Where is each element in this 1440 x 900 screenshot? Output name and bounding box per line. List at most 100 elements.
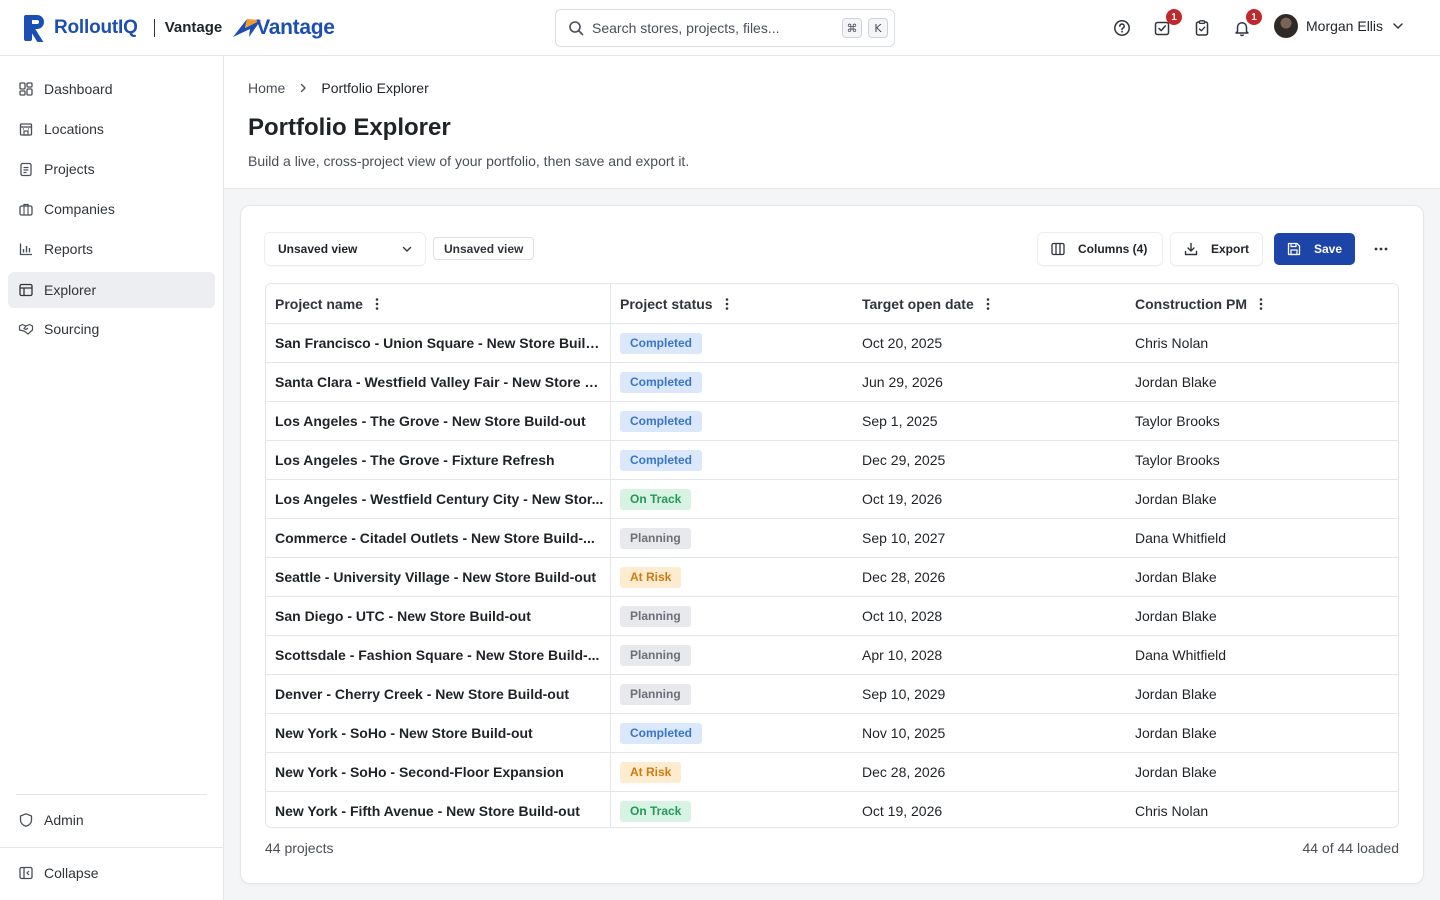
- cell-project-name[interactable]: Seattle - University Village - New Store…: [266, 558, 611, 596]
- user-name: Morgan Ellis: [1306, 18, 1384, 34]
- sidebar: Dashboard Locations Projects Companies R…: [0, 56, 224, 900]
- table-row[interactable]: New York - Fifth Avenue - New Store Buil…: [266, 792, 1398, 827]
- cell-project-name[interactable]: Denver - Cherry Creek - New Store Build-…: [266, 675, 611, 713]
- approvals-button[interactable]: [1190, 16, 1214, 40]
- project-name-link[interactable]: San Diego - UTC - New Store Build-out: [275, 608, 531, 624]
- sidebar-item-label: Locations: [44, 121, 104, 137]
- product-name: Vantage: [164, 19, 223, 36]
- export-button[interactable]: Export: [1171, 233, 1262, 265]
- column-menu-icon[interactable]: [986, 297, 990, 311]
- notifications-button[interactable]: 1: [1230, 9, 1262, 40]
- search-icon: [569, 21, 584, 36]
- projects-table: Project name Project status Target open …: [265, 283, 1399, 828]
- table-row[interactable]: Los Angeles - The Grove - Fixture Refres…: [266, 441, 1398, 480]
- project-name-link[interactable]: Los Angeles - Westfield Century City - N…: [275, 491, 603, 507]
- column-menu-icon[interactable]: [725, 297, 729, 311]
- explorer-card: Unsaved view Unsaved view Columns (4) Ex…: [240, 205, 1424, 884]
- view-select[interactable]: Unsaved view: [265, 233, 425, 265]
- cell-target-open-date: Oct 19, 2026: [862, 491, 943, 507]
- notifications-badge: 1: [1246, 9, 1262, 25]
- project-name-link[interactable]: Los Angeles - The Grove - Fixture Refres…: [275, 452, 555, 468]
- table-row[interactable]: Commerce - Citadel Outlets - New Store B…: [266, 519, 1398, 558]
- sidebar-item-explorer[interactable]: Explorer: [8, 272, 215, 308]
- more-options-button[interactable]: [1369, 237, 1393, 261]
- cell-project-name[interactable]: New York - SoHo - Second-Floor Expansion: [266, 753, 611, 791]
- sidebar-item-companies[interactable]: Companies: [8, 191, 215, 227]
- table-row[interactable]: Denver - Cherry Creek - New Store Build-…: [266, 675, 1398, 714]
- clipboard-check-icon: [1195, 20, 1209, 36]
- collapse-sidebar-button[interactable]: Collapse: [8, 855, 215, 891]
- project-name-link[interactable]: Denver - Cherry Creek - New Store Build-…: [275, 686, 569, 702]
- project-name-link[interactable]: Los Angeles - The Grove - New Store Buil…: [275, 413, 586, 429]
- cell-target-open-date: Nov 10, 2025: [862, 725, 946, 741]
- sidebar-item-sourcing[interactable]: Sourcing: [8, 311, 215, 347]
- column-header-project-status[interactable]: Project status: [611, 284, 853, 323]
- table-row[interactable]: San Francisco - Union Square - New Store…: [266, 324, 1398, 363]
- help-button[interactable]: [1110, 16, 1134, 40]
- project-name-link[interactable]: New York - SoHo - Second-Floor Expansion: [275, 764, 564, 780]
- save-button[interactable]: Save: [1274, 233, 1355, 265]
- column-header-project-name[interactable]: Project name: [266, 284, 611, 323]
- status-badge: At Risk: [620, 761, 682, 783]
- column-header-target-open-date[interactable]: Target open date: [853, 284, 1126, 323]
- project-name-link[interactable]: San Francisco - Union Square - New Store…: [275, 335, 605, 351]
- cell-project-name[interactable]: Commerce - Citadel Outlets - New Store B…: [266, 519, 611, 557]
- project-name-link[interactable]: Seattle - University Village - New Store…: [275, 569, 596, 585]
- cell-construction-pm: Jordan Blake: [1135, 764, 1217, 780]
- top-icons: 1 1: [1110, 0, 1270, 56]
- global-search[interactable]: Search stores, projects, files... ⌘ K: [555, 9, 895, 47]
- sidebar-item-dashboard[interactable]: Dashboard: [8, 71, 215, 107]
- cell-project-status: Completed: [611, 363, 853, 401]
- cell-project-name[interactable]: Los Angeles - Westfield Century City - N…: [266, 480, 611, 518]
- cell-project-name[interactable]: New York - Fifth Avenue - New Store Buil…: [266, 792, 611, 827]
- project-count: 44 projects: [265, 840, 334, 856]
- cell-target-open-date: Sep 1, 2025: [862, 413, 938, 429]
- column-menu-icon[interactable]: [375, 297, 379, 311]
- cell-project-status: At Risk: [611, 753, 853, 791]
- user-menu[interactable]: Morgan Ellis: [1274, 14, 1405, 38]
- cell-project-name[interactable]: Santa Clara - Westfield Valley Fair - Ne…: [266, 363, 611, 401]
- project-name-link[interactable]: Scottsdale - Fashion Square - New Store …: [275, 647, 599, 663]
- table-row[interactable]: Santa Clara - Westfield Valley Fair - Ne…: [266, 363, 1398, 402]
- dashboard-icon: [18, 81, 34, 97]
- column-header-construction-pm[interactable]: Construction PM: [1126, 284, 1398, 323]
- table-row[interactable]: Los Angeles - The Grove - New Store Buil…: [266, 402, 1398, 441]
- cell-project-name[interactable]: Scottsdale - Fashion Square - New Store …: [266, 636, 611, 674]
- table-row[interactable]: New York - SoHo - Second-Floor Expansion…: [266, 753, 1398, 792]
- cell-project-name[interactable]: Los Angeles - The Grove - New Store Buil…: [266, 402, 611, 440]
- search-input[interactable]: Search stores, projects, files...: [592, 20, 842, 36]
- columns-button[interactable]: Columns (4): [1038, 233, 1162, 265]
- shield-icon: [18, 812, 34, 828]
- status-badge: Completed: [620, 449, 703, 471]
- cell-project-status: On Track: [611, 480, 853, 518]
- cell-project-name[interactable]: Los Angeles - The Grove - Fixture Refres…: [266, 441, 611, 479]
- project-name-link[interactable]: Commerce - Citadel Outlets - New Store B…: [275, 530, 595, 546]
- project-name-link[interactable]: New York - Fifth Avenue - New Store Buil…: [275, 803, 580, 819]
- cell-project-name[interactable]: San Francisco - Union Square - New Store…: [266, 324, 611, 362]
- table-row[interactable]: New York - SoHo - New Store Build-out Com…: [266, 714, 1398, 753]
- breadcrumb-home[interactable]: Home: [248, 80, 285, 96]
- table-row[interactable]: San Diego - UTC - New Store Build-out Pla…: [266, 597, 1398, 636]
- sidebar-item-locations[interactable]: Locations: [8, 111, 215, 147]
- cell-project-name[interactable]: New York - SoHo - New Store Build-out: [266, 714, 611, 752]
- sidebar-item-projects[interactable]: Projects: [8, 151, 215, 187]
- project-name-link[interactable]: Santa Clara - Westfield Valley Fair - Ne…: [275, 374, 605, 390]
- cell-target-open-date: Dec 28, 2026: [862, 764, 946, 780]
- cell-project-status: Planning: [611, 519, 853, 557]
- shortcut-k-key: K: [868, 18, 888, 38]
- project-name-link[interactable]: New York - SoHo - New Store Build-out: [275, 725, 533, 741]
- status-badge: Planning: [620, 527, 691, 549]
- cell-project-status: Planning: [611, 597, 853, 635]
- table-row[interactable]: Los Angeles - Westfield Century City - N…: [266, 480, 1398, 519]
- table-row[interactable]: Seattle - University Village - New Store…: [266, 558, 1398, 597]
- table-row[interactable]: Scottsdale - Fashion Square - New Store …: [266, 636, 1398, 675]
- sidebar-divider: [16, 794, 207, 795]
- sidebar-item-reports[interactable]: Reports: [8, 231, 215, 267]
- sidebar-item-admin[interactable]: Admin: [8, 802, 215, 838]
- cell-project-name[interactable]: San Diego - UTC - New Store Build-out: [266, 597, 611, 635]
- column-menu-icon[interactable]: [1259, 297, 1263, 311]
- page-subtitle: Build a live, cross-project view of your…: [248, 153, 690, 169]
- tasks-button[interactable]: 1: [1150, 9, 1182, 40]
- cell-project-status: Completed: [611, 714, 853, 752]
- brand[interactable]: RolloutIQ Vantage Vantage: [24, 0, 335, 56]
